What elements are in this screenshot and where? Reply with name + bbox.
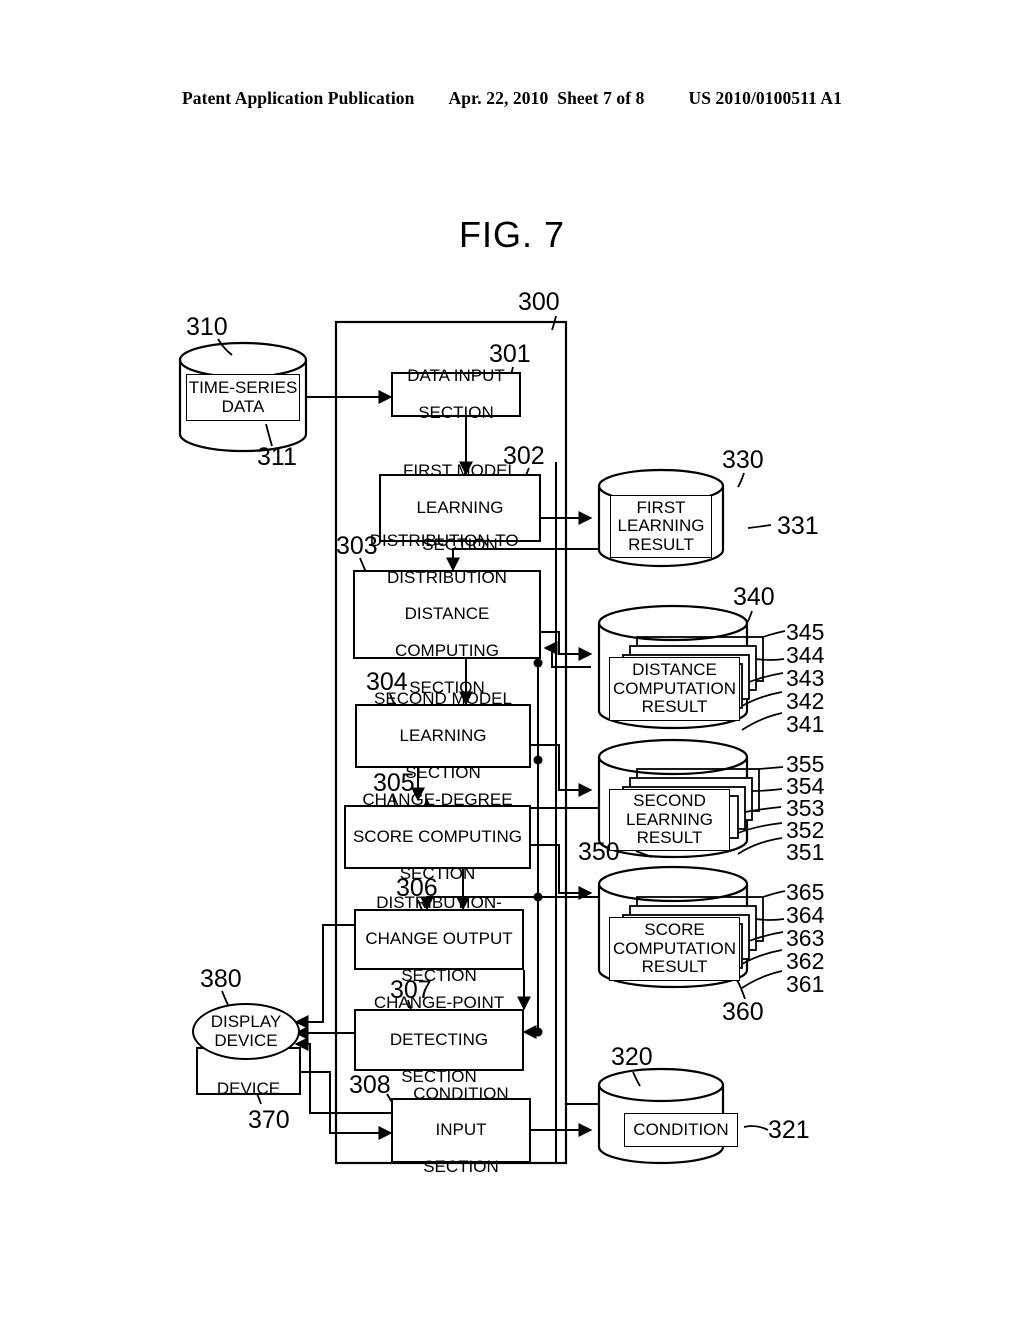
ref-380: 380 xyxy=(200,965,242,993)
node-distance-computing-section[interactable]: DISTRIBUTION-TO- DISTRIBUTION DISTANCE COMP… xyxy=(353,531,541,697)
ref-307: 307 xyxy=(390,976,432,1004)
node-change-point-detecting-section[interactable]: CHANGE-POINT DETECTING SECTION xyxy=(354,993,524,1085)
node-display-device[interactable]: DISPLAY DEVICE xyxy=(192,1003,300,1060)
node-second-model-learning-section[interactable]: SECOND MODEL LEARNING SECTION xyxy=(355,689,531,781)
ref-304: 304 xyxy=(366,668,408,696)
label-time-series-data: TIME-SERIES DATA xyxy=(186,374,300,421)
ref-321: 321 xyxy=(768,1116,810,1144)
ref-330: 330 xyxy=(722,446,764,474)
junction-dot-3 xyxy=(533,892,543,902)
ref-302: 302 xyxy=(503,442,545,470)
ref-370: 370 xyxy=(248,1106,290,1134)
ref-310: 310 xyxy=(186,313,228,341)
ref-341: 341 xyxy=(786,711,825,737)
node-condition-input-section[interactable]: CONDITION INPUT SECTION xyxy=(391,1084,531,1176)
ref-331: 331 xyxy=(777,512,819,540)
ref-311: 311 xyxy=(257,443,297,471)
ref-351: 351 xyxy=(786,839,825,865)
ref-303: 303 xyxy=(336,532,378,560)
ref-360: 360 xyxy=(722,998,764,1026)
ref-300: 300 xyxy=(518,288,560,316)
label-distance-computation-result: DISTANCE COMPUTATION RESULT xyxy=(609,657,740,721)
arrow-second-model-to-store xyxy=(531,744,593,797)
ref-301: 301 xyxy=(489,340,531,368)
junction-dot-1 xyxy=(533,658,543,668)
node-change-degree-score-computing-section[interactable]: CHANGE-DEGREE SCORE COMPUTING SECTION xyxy=(344,790,531,882)
label-first-learning-result: FIRST LEARNING RESULT xyxy=(610,495,712,558)
ref-306: 306 xyxy=(396,874,438,902)
node-data-input-section[interactable]: DATA INPUT SECTION xyxy=(391,366,521,422)
arrow-store-to-distance-section-back xyxy=(543,641,591,668)
label-condition: CONDITION xyxy=(624,1113,738,1147)
label-second-learning-result: SECOND LEARNING RESULT xyxy=(609,789,730,851)
node-distribution-change-output-section[interactable]: DISTRIBUTION- CHANGE OUTPUT SECTION xyxy=(354,893,524,985)
ref-361: 361 xyxy=(786,971,825,997)
patent-figure-page: Patent Application Publication Apr. 22, … xyxy=(0,0,1024,1320)
ref-305: 305 xyxy=(373,769,415,797)
ref-350: 350 xyxy=(578,838,620,866)
ref-340: 340 xyxy=(733,583,775,611)
junction-dot-2 xyxy=(533,755,543,765)
ref-320: 320 xyxy=(611,1043,653,1071)
ref-308: 308 xyxy=(349,1071,391,1099)
label-score-computation-result: SCORE COMPUTATION RESULT xyxy=(609,917,740,981)
